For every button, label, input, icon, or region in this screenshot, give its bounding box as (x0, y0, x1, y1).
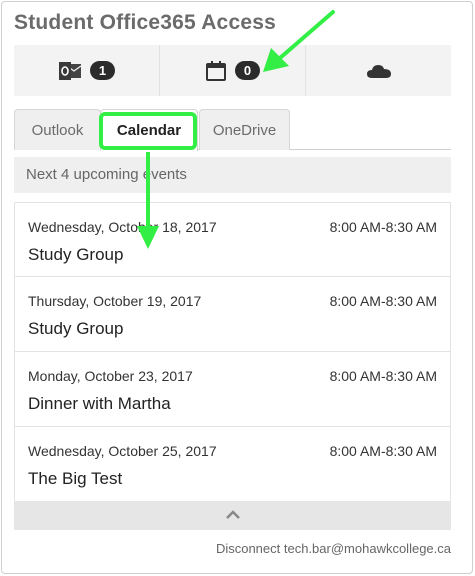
calendar-icon (205, 60, 227, 82)
account-email: tech.bar@mohawkcollege.ca (283, 541, 451, 556)
event-item[interactable]: Thursday, October 19, 2017 8:00 AM-8:30 … (14, 277, 451, 352)
disconnect-link[interactable]: Disconnect (216, 541, 280, 556)
outlook-count-badge: 1 (90, 61, 115, 80)
outlook-icon (58, 61, 82, 81)
event-time: 8:00 AM-8:30 AM (329, 368, 437, 384)
chevron-up-icon (225, 507, 241, 525)
widget-title: Student Office365 Access (14, 11, 276, 34)
onedrive-cloud-icon (366, 63, 392, 79)
event-time: 8:00 AM-8:30 AM (329, 443, 437, 459)
event-date: Wednesday, October 25, 2017 (28, 443, 217, 459)
event-title: Dinner with Martha (28, 394, 171, 413)
event-item[interactable]: Monday, October 23, 2017 8:00 AM-8:30 AM… (14, 352, 451, 427)
tab-calendar[interactable]: Calendar (100, 109, 198, 151)
event-item[interactable]: Wednesday, October 18, 2017 8:00 AM-8:30… (14, 202, 451, 277)
event-date: Monday, October 23, 2017 (28, 368, 193, 384)
event-title: Study Group (28, 245, 124, 264)
event-date: Wednesday, October 18, 2017 (28, 219, 217, 235)
stats-bar: 1 0 (14, 45, 451, 96)
account-footer: Disconnect tech.bar@mohawkcollege.ca (216, 541, 451, 556)
event-time: 8:00 AM-8:30 AM (329, 219, 437, 235)
tab-onedrive[interactable]: OneDrive (199, 109, 290, 150)
stat-outlook[interactable]: 1 (14, 45, 160, 96)
tab-outlook[interactable]: Outlook (14, 109, 101, 150)
event-date: Thursday, October 19, 2017 (28, 293, 202, 309)
collapse-button[interactable] (14, 501, 451, 530)
event-title: Study Group (28, 319, 124, 338)
tab-bar: Outlook Calendar OneDrive (14, 109, 451, 151)
stat-calendar[interactable]: 0 (160, 45, 306, 96)
event-title: The Big Test (28, 469, 123, 488)
calendar-count-badge: 0 (235, 61, 260, 80)
event-item[interactable]: Wednesday, October 25, 2017 8:00 AM-8:30… (14, 427, 451, 502)
stat-onedrive[interactable] (306, 45, 451, 96)
event-list: Wednesday, October 18, 2017 8:00 AM-8:30… (14, 202, 451, 502)
event-time: 8:00 AM-8:30 AM (329, 293, 437, 309)
upcoming-events-header: Next 4 upcoming events (14, 157, 451, 193)
